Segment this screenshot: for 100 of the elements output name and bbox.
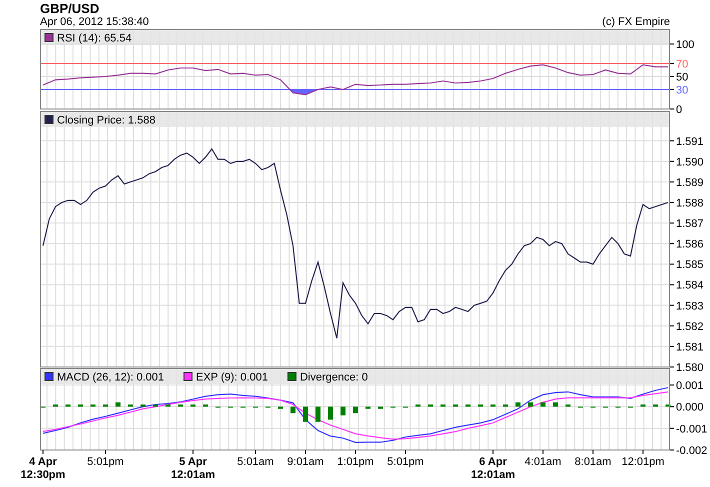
- axis-label: 70: [676, 58, 688, 70]
- axis-tick: [670, 325, 674, 326]
- divergence-bar: [466, 404, 470, 407]
- axis-tick: [592, 450, 594, 454]
- divergence-bar: [290, 406, 296, 414]
- divergence-bar: [516, 402, 520, 407]
- legend-label: RSI (14): 65.54: [57, 32, 132, 44]
- divergence-bar: [178, 404, 183, 407]
- axis-tick: [255, 450, 256, 454]
- oversold-area: [290, 90, 318, 95]
- divergence-bar: [66, 404, 70, 407]
- divergence-bar: [378, 406, 383, 409]
- axis-tick: [670, 284, 674, 286]
- axis-tick: [670, 346, 674, 347]
- axis-label: 9:01am: [287, 456, 324, 468]
- divergence-bar: [90, 404, 96, 407]
- axis-tick: [670, 160, 674, 162]
- axis-label: 0.001: [676, 380, 704, 392]
- axis-label: 1.580: [676, 362, 704, 374]
- axis-label: 1.581: [676, 341, 704, 354]
- divergence-bar: [153, 404, 158, 407]
- axis-label: 1.585: [676, 259, 704, 272]
- axis-label: 1.586: [676, 238, 704, 251]
- divergence-bar: [528, 402, 533, 407]
- axis-label: 5:01pm: [387, 456, 424, 468]
- divergence-bar: [340, 406, 346, 416]
- divergence-bar: [116, 402, 120, 407]
- divergence-bar: [328, 406, 333, 420]
- divergence-bar: [203, 404, 208, 407]
- axis-tick: [42, 450, 44, 454]
- chart-title: GBP/USD: [40, 1, 100, 16]
- divergence-bar: [278, 406, 283, 409]
- legend-label: MACD (26, 12): 0.001: [57, 372, 164, 384]
- axis-label: 1.583: [676, 300, 704, 312]
- divergence-bar: [78, 404, 83, 407]
- axis-label: 1.588: [676, 197, 704, 210]
- axis-label: 1.590: [676, 156, 704, 168]
- axis-label: 1.589: [676, 176, 704, 189]
- divergence-bar: [453, 404, 458, 407]
- axis-tick: [670, 366, 674, 368]
- axis-tick: [670, 222, 674, 224]
- divergence-bar: [353, 406, 358, 414]
- axis-tick: [542, 450, 544, 454]
- divergence-bar: [640, 404, 646, 407]
- axis-label: 1.584: [676, 280, 704, 292]
- axis-label: -0.002: [676, 445, 708, 457]
- divergence-bar: [440, 404, 446, 407]
- axis-label: 100: [676, 39, 694, 51]
- timestamp: Apr 06, 2012 15:38:40: [40, 16, 149, 29]
- axis-tick: [670, 304, 674, 306]
- axis-tick: [670, 406, 674, 408]
- axis-tick: [670, 202, 674, 203]
- divergence-bar: [566, 404, 570, 407]
- copyright-text: (c) FX Empire: [602, 16, 670, 29]
- divergence-bar: [490, 404, 496, 407]
- axis-label: 0: [676, 104, 682, 116]
- divergence-bar: [416, 404, 420, 407]
- divergence-bar: [103, 404, 108, 407]
- divergence-bar: [53, 404, 58, 407]
- divergence-bar: [666, 404, 670, 407]
- axis-tick: [670, 108, 674, 110]
- legend-label: Divergence: 0: [300, 372, 368, 384]
- axis-label: 1:01pm: [337, 456, 374, 468]
- divergence-bar: [140, 404, 146, 407]
- axis-tick: [105, 450, 106, 454]
- divergence-bar: [503, 404, 508, 407]
- axis-label: 4:01am: [524, 456, 562, 468]
- divergence-bar: [478, 404, 483, 407]
- axis-label: 5:01am: [237, 456, 274, 468]
- axis-tick: [355, 450, 356, 454]
- axis-tick: [670, 63, 674, 64]
- axis-label: 12:01pm: [622, 456, 664, 468]
- axis-label: 1.582: [676, 320, 704, 333]
- axis-tick: [192, 450, 194, 454]
- axis-label: 5 Apr 12:01am: [170, 456, 216, 481]
- axis-label: 1.587: [676, 218, 704, 230]
- axis-tick: [670, 243, 674, 244]
- axis-label: 30: [676, 84, 688, 96]
- axis-label: -0.001: [676, 423, 708, 436]
- axis-label: 4 Apr 12:30pm: [20, 456, 66, 481]
- axis-tick: [670, 384, 674, 386]
- axis-tick: [305, 450, 306, 454]
- axis-label: 6 Apr 12:01am: [470, 456, 516, 481]
- divergence-bar: [190, 404, 196, 407]
- axis-tick: [670, 428, 674, 429]
- axis-tick: [670, 264, 674, 265]
- divergence-bar: [366, 406, 370, 409]
- divergence-bar: [553, 402, 558, 407]
- axis-tick: [670, 181, 674, 182]
- divergence-bar: [428, 404, 433, 407]
- axis-tick: [492, 450, 494, 454]
- divergence-bar: [303, 406, 308, 422]
- legend-label: EXP (9): 0.001: [196, 372, 268, 384]
- axis-label: 8:01am: [574, 456, 612, 468]
- axis-label: 5:01pm: [87, 456, 124, 468]
- divergence-bar: [540, 402, 546, 407]
- legend-label: Closing Price: 1.588: [57, 114, 156, 126]
- axis-label: 50: [676, 72, 688, 84]
- divergence-bar: [653, 404, 658, 407]
- divergence-bar: [166, 404, 170, 407]
